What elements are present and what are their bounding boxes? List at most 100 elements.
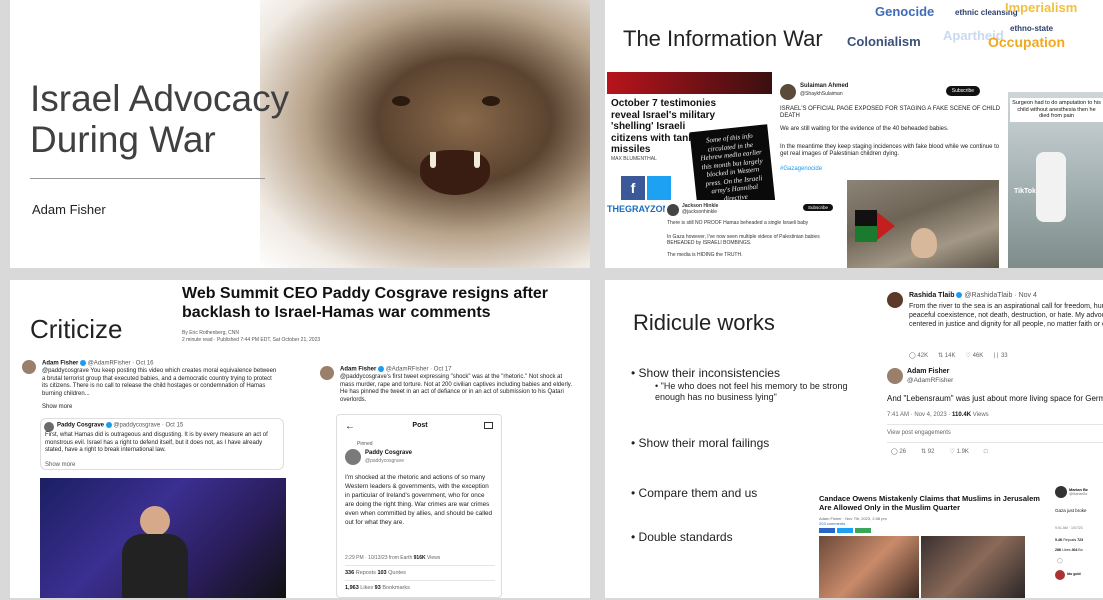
like-icon[interactable]: ♡ — [950, 449, 955, 455]
replies-count: 42K — [917, 353, 929, 359]
lion-fang-right — [474, 152, 480, 168]
tweet-fisher-reply[interactable]: Adam Fisher @AdamRFisher And "Lebensraum… — [885, 366, 1103, 486]
avatar — [780, 84, 796, 100]
reply-author: Ido gold — [1067, 572, 1081, 576]
tiktok-video[interactable]: Surgeon had to do amputation to his chil… — [1008, 92, 1103, 268]
slide-title[interactable]: Israel Advocacy During War Adam Fisher — [10, 0, 590, 268]
avatar — [1055, 486, 1067, 498]
tweet-hinkle[interactable]: Jackson Hinkle @jacksonhinkle Subscribe … — [665, 200, 843, 264]
quotes-count: 723 — [1077, 538, 1084, 542]
word-cloud-term: ethno-state — [1010, 24, 1054, 33]
bookmarks-count: 93 — [374, 585, 381, 591]
tweet-cosgrave-oct15[interactable]: Paddy Cosgrave @paddycosgrave · Oct 15 F… — [40, 418, 284, 470]
tweet-fisher-oct16[interactable]: Adam Fisher @AdamRFisher · Oct 16 @paddy… — [20, 358, 282, 414]
bullet-text: Show their moral failings — [638, 436, 770, 450]
reply-icon[interactable]: ◯ — [891, 449, 898, 455]
subscribe-button[interactable]: Subscribe — [945, 86, 980, 96]
word-cloud-term: Genocide — [875, 4, 935, 19]
bookmark-icon[interactable]: □ — [984, 449, 988, 455]
verified-icon — [956, 292, 963, 299]
presentation-title: Israel Advocacy During War — [30, 78, 290, 160]
share-button[interactable] — [819, 528, 835, 533]
cosgrave-video[interactable] — [40, 478, 286, 598]
verified-icon — [105, 422, 112, 428]
slide-information-war[interactable]: The Information War Genocide ethnic clean… — [605, 0, 1103, 268]
facebook-icon[interactable]: f — [621, 176, 645, 200]
quotes-count: 103 — [377, 570, 387, 576]
likes-count: 1,963 — [345, 585, 359, 591]
tweet-tlaib[interactable]: Rashida Tlaib @RashidaTlaib · Nov 4 From… — [885, 290, 1103, 374]
cnn-headline: Web Summit CEO Paddy Cosgrave resigns af… — [182, 285, 549, 321]
article-comments[interactable]: 203 comments — [819, 521, 845, 526]
tweet-body: First, what Hamas did is outrageous and … — [45, 432, 268, 453]
guest-photo — [921, 536, 1025, 598]
tweet-body: @paddycosgrave You keep posting this vid… — [42, 368, 277, 397]
subscribe-button[interactable]: Subscribe — [802, 204, 833, 211]
sub-bullet-quote: • "He who does not feel his memory to be… — [655, 381, 848, 402]
reposts-count: 336 — [345, 570, 355, 576]
lion-image — [260, 0, 590, 268]
tweet-line1: ISRAEL'S OFFICIAL PAGE EXPOSED FOR STAGI… — [780, 106, 1001, 119]
post-body: I'm shocked at the rhetoric and actions … — [345, 474, 493, 526]
avatar — [887, 292, 903, 308]
views-icon[interactable]: ∣∣ — [993, 353, 999, 359]
share-button[interactable] — [855, 528, 871, 533]
tweet-marian[interactable]: Marian Bz @MarianBz Gaza just broke 9:01… — [1055, 486, 1103, 598]
reposts-count: 5.4K — [1055, 538, 1063, 542]
bookmarks-label: Bo — [1078, 548, 1083, 552]
slide-criticize[interactable]: Criticize Web Summit CEO Paddy Cosgrave … — [10, 280, 590, 598]
article-banner — [607, 72, 772, 94]
tweet-fisher-oct17[interactable]: Adam Fisher @AdamRFisher · Oct 17 @paddy… — [320, 364, 582, 418]
tiktok-caption: Surgeon had to do amputation to his chil… — [1010, 98, 1103, 122]
post-views: 916K — [413, 555, 426, 561]
tweet-line3: The media is HIDING the TRUTH. — [667, 252, 743, 258]
avatar — [1055, 570, 1065, 580]
reply-icon[interactable]: ◯ — [909, 353, 916, 359]
tweet-line1: There is still NO PROOF Hamas beheaded a… — [667, 220, 809, 226]
hashtag-link[interactable]: #Gazagenocide — [780, 166, 822, 173]
twitter-icon[interactable] — [647, 176, 671, 200]
verified-icon — [80, 360, 87, 366]
views-label: Views — [972, 412, 989, 418]
bullet-double-standards: • Double standards — [631, 530, 733, 544]
lion-eye-right — [482, 96, 500, 106]
bookmarks-label: Bookmarks — [382, 585, 410, 591]
reply-icon[interactable]: ◯ — [1057, 558, 1063, 564]
reader-icon[interactable] — [484, 422, 493, 429]
candace-photo — [819, 536, 919, 598]
tweet-body: Gaza just broke — [1055, 508, 1087, 513]
avatar — [667, 204, 679, 216]
bullet-text: Show their inconsistencies — [638, 366, 780, 380]
divider — [345, 580, 495, 581]
byline-author: By Eric Rothenberg, CNN — [182, 330, 239, 336]
lion-fang-left — [430, 152, 436, 168]
post-engagements-link[interactable]: View post engagements — [887, 430, 951, 436]
tweet-author: Rashida Tlaib — [909, 292, 955, 299]
tweet-handle: @AdamRFisher · Oct 16 — [87, 360, 154, 367]
likes-label: Likes — [1062, 548, 1071, 552]
post-meta: 2:29 PM · 10/13/23 from Earth — [345, 555, 413, 561]
candace-article[interactable]: Candace Owens Mistakenly Claims that Mus… — [817, 492, 1045, 598]
tweet-body: @paddycosgrave's first tweet expressing … — [340, 374, 573, 403]
like-icon[interactable]: ♡ — [966, 353, 971, 359]
tweet-line2: In Gaza however, I've now seen multiple … — [667, 234, 820, 246]
bullet-inconsistencies: • Show their inconsistencies — [631, 366, 780, 380]
flag-red — [877, 212, 895, 240]
show-more-link[interactable]: Show more — [42, 404, 72, 412]
slide-ridicule[interactable]: Ridicule works • Show their inconsistenc… — [605, 280, 1103, 598]
article-author: MAX BLUMENTHAL — [611, 156, 657, 162]
share-button[interactable] — [837, 528, 853, 533]
byline-date: 2 minute read · Published 7:44 PM EDT, S… — [182, 337, 321, 343]
divider — [887, 424, 1103, 425]
slide-title: Criticize — [30, 314, 123, 344]
views-count: 33 — [1000, 353, 1008, 359]
show-more-link[interactable]: Show more — [45, 462, 75, 470]
repost-icon[interactable]: ⇅ — [921, 449, 926, 455]
tweet-handle: @ShaykhSulaiman — [800, 91, 843, 97]
word-cloud-term: Colonialism — [847, 34, 921, 49]
pinned-post[interactable]: ← Post Pinned Paddy Cosgrave @paddycosgr… — [336, 414, 502, 598]
tweet-actions: ◯ 42K ⇅ 14K ♡ 46K ∣∣ 33 — [909, 352, 1008, 359]
sub-bullet-text: "He who does not feel his memory to be s… — [655, 381, 848, 402]
repost-icon[interactable]: ⇅ — [938, 353, 943, 359]
rubble-photo — [847, 180, 999, 268]
